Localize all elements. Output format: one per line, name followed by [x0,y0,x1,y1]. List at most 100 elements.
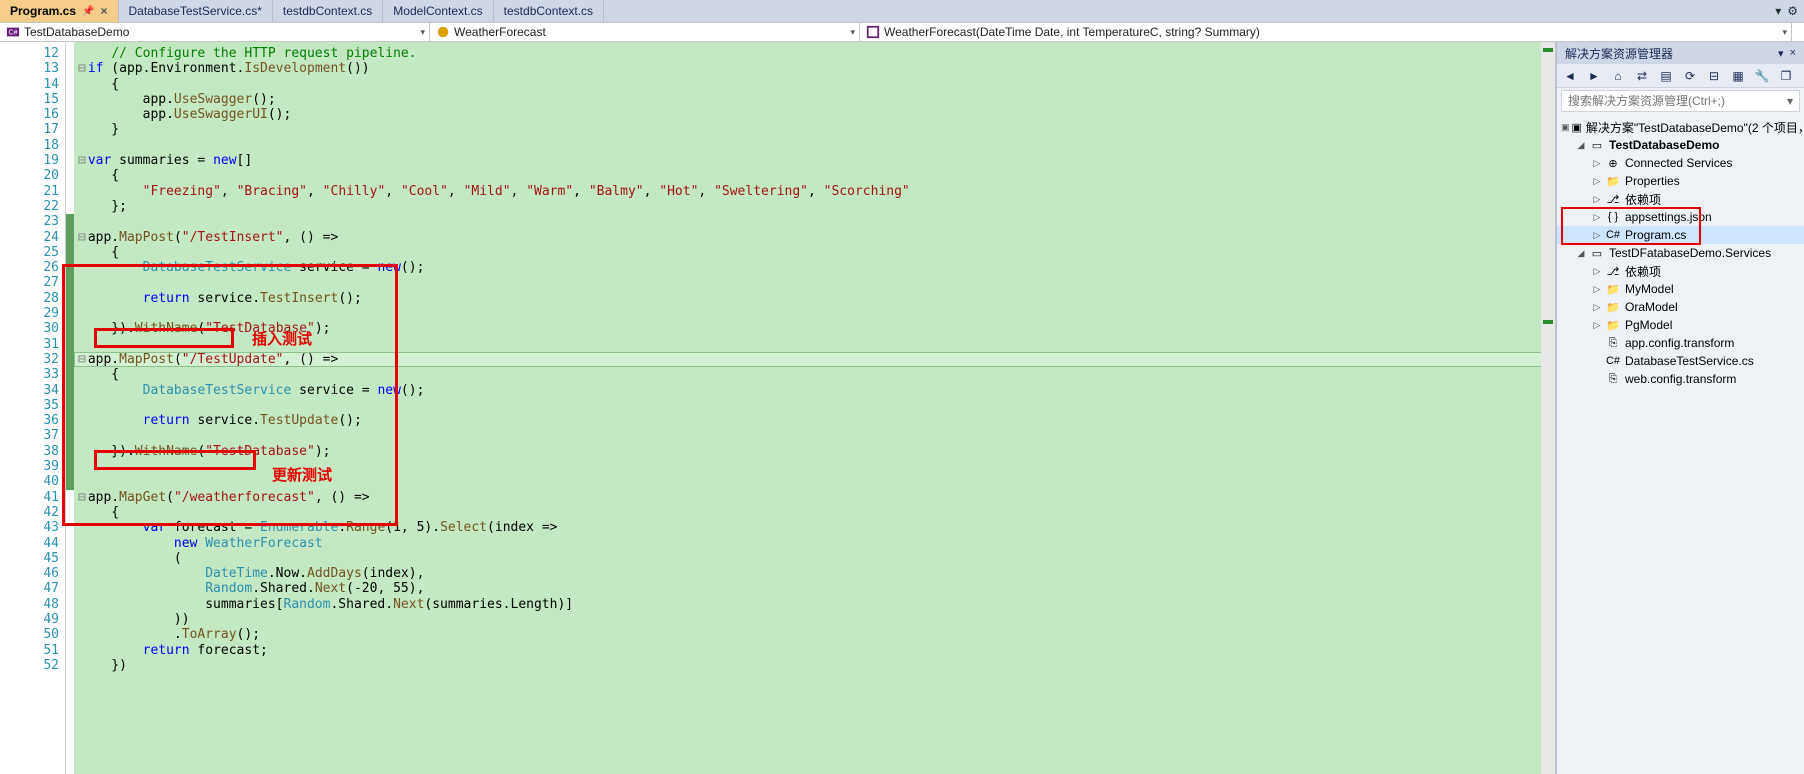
code-line[interactable]: )) [74,612,1555,627]
code-line[interactable]: return service.TestInsert(); [74,291,1555,306]
tree-node[interactable]: ▷📁OraModel [1557,298,1804,316]
twisty-icon[interactable]: ▷ [1591,158,1603,169]
code-line[interactable]: } [74,122,1555,137]
code-line[interactable] [74,459,1555,474]
back-icon[interactable]: ◄ [1561,67,1579,85]
code-line[interactable]: ⊟app.MapPost("/TestInsert", () => [74,230,1555,245]
twisty-icon[interactable]: ◢ [1575,140,1587,151]
twisty-icon[interactable]: ▷ [1591,266,1603,277]
code-line[interactable] [74,275,1555,290]
sync-icon[interactable]: ⇄ [1633,67,1651,85]
solution-explorer-search[interactable]: ▾ [1561,90,1800,112]
code-line[interactable]: ( [74,551,1555,566]
code-line[interactable]: return service.TestUpdate(); [74,413,1555,428]
chevron-down-icon[interactable]: ▾ [1775,4,1781,18]
chevron-down-icon[interactable]: ▾ [1778,47,1784,60]
code-line[interactable]: var forecast = Enumerable.Range(1, 5).Se… [74,520,1555,535]
code-line[interactable]: DateTime.Now.AddDays(index), [74,566,1555,581]
code-line[interactable] [74,306,1555,321]
code-line[interactable]: DatabaseTestService service = new(); [74,383,1555,398]
code-line[interactable]: ⊟if (app.Environment.IsDevelopment()) [74,61,1555,76]
tab-program-cs[interactable]: Program.cs 📌 × [0,0,119,22]
overview-ruler[interactable] [1541,42,1555,774]
code-line[interactable]: app.UseSwaggerUI(); [74,107,1555,122]
code-area[interactable]: // Configure the HTTP request pipeline.⊟… [74,42,1555,774]
solution-explorer-titlebar[interactable]: 解决方案资源管理器 ▾ × [1557,42,1804,64]
tree-node[interactable]: ◢▭TestDFatabaseDemo.Services [1557,244,1804,262]
search-dropdown-icon[interactable]: ▾ [1781,94,1799,108]
tab-testdbcontext-cs[interactable]: testdbContext.cs [273,0,383,22]
search-input[interactable] [1562,94,1781,108]
code-line[interactable]: return forecast; [74,643,1555,658]
twisty-icon[interactable]: ▷ [1591,302,1603,313]
code-line[interactable]: ⊟app.MapGet("/weatherforecast", () => [74,490,1555,505]
code-line[interactable]: ⊟var summaries = new[] [74,153,1555,168]
code-line[interactable] [74,428,1555,443]
tab-modelcontext-cs[interactable]: ModelContext.cs [383,0,493,22]
properties-icon[interactable]: 🔧 [1753,67,1771,85]
tree-node[interactable]: ▷⎇依赖项 [1557,190,1804,208]
twisty-icon[interactable]: ▷ [1591,284,1603,295]
code-line[interactable]: }) [74,658,1555,673]
twisty-icon[interactable]: ▷ [1591,320,1603,331]
code-line[interactable]: { [74,245,1555,260]
solution-tree[interactable]: ▣▣解决方案"TestDatabaseDemo"(2 个项目，共 2◢▭Test… [1557,114,1804,774]
gear-icon[interactable]: ⚙ [1787,4,1798,18]
code-line[interactable] [74,138,1555,153]
show-all-icon[interactable]: ▦ [1729,67,1747,85]
twisty-icon[interactable]: ◢ [1575,248,1587,259]
tree-node[interactable]: ⎘web.config.transform [1557,370,1804,388]
twisty-icon[interactable]: ▷ [1591,194,1603,205]
tree-node[interactable]: ▷C#Program.cs [1557,226,1804,244]
pin-icon[interactable]: 📌 [82,6,94,17]
tab-testdbcontext-cs-2[interactable]: testdbContext.cs [494,0,604,22]
forward-icon[interactable]: ► [1585,67,1603,85]
code-line[interactable] [74,398,1555,413]
tree-node[interactable]: ◢▭TestDatabaseDemo [1557,136,1804,154]
code-line[interactable] [74,337,1555,352]
code-line[interactable]: { [74,367,1555,382]
tree-node[interactable]: C#DatabaseTestService.cs [1557,352,1804,370]
code-line[interactable]: }).WithName("TestDatabase"); [74,321,1555,336]
twisty-icon[interactable]: ▷ [1591,212,1603,223]
code-line[interactable]: Random.Shared.Next(-20, 55), [74,581,1555,596]
code-line[interactable]: // Configure the HTTP request pipeline. [74,46,1555,61]
split-toggle[interactable] [1792,23,1804,41]
preview-icon[interactable]: ❐ [1777,67,1795,85]
tree-node[interactable]: ▷⎇依赖项 [1557,262,1804,280]
tree-node[interactable]: ▷{ }appsettings.json [1557,208,1804,226]
home-icon[interactable]: ⌂ [1609,67,1627,85]
member-combo[interactable]: WeatherForecast(DateTime Date, int Tempe… [860,23,1792,41]
code-line[interactable]: }; [74,199,1555,214]
tree-node[interactable]: ▷⊕Connected Services [1557,154,1804,172]
code-line[interactable]: }).WithName("TestDatabase"); [74,444,1555,459]
scope-combo[interactable]: C# TestDatabaseDemo ▾ [0,23,430,41]
code-line[interactable]: .ToArray(); [74,627,1555,642]
close-icon[interactable]: × [1790,47,1796,60]
twisty-icon[interactable]: ▷ [1591,230,1603,241]
tree-node[interactable]: ▷📁Properties [1557,172,1804,190]
code-line[interactable] [74,214,1555,229]
twisty-icon[interactable]: ▣ [1561,122,1570,133]
code-line[interactable]: { [74,168,1555,183]
code-line[interactable]: { [74,77,1555,92]
tree-node[interactable]: ⎘app.config.transform [1557,334,1804,352]
code-line[interactable]: summaries[Random.Shared.Next(summaries.L… [74,597,1555,612]
tree-node[interactable]: ▣▣解决方案"TestDatabaseDemo"(2 个项目，共 2 [1557,118,1804,136]
collapse-all-icon[interactable]: ⊟ [1705,67,1723,85]
tree-node[interactable]: ▷📁PgModel [1557,316,1804,334]
refresh-icon[interactable]: ⟳ [1681,67,1699,85]
filter-icon[interactable]: ▤ [1657,67,1675,85]
code-line[interactable]: "Freezing", "Bracing", "Chilly", "Cool",… [74,184,1555,199]
code-editor[interactable]: 1213141516171819202122232425262728293031… [0,42,1556,774]
code-line[interactable]: app.UseSwagger(); [74,92,1555,107]
code-line[interactable]: { [74,505,1555,520]
type-combo[interactable]: WeatherForecast ▾ [430,23,860,41]
close-icon[interactable]: × [100,4,107,18]
code-line[interactable]: new WeatherForecast [74,536,1555,551]
tree-node[interactable]: ▷📁MyModel [1557,280,1804,298]
code-line[interactable] [74,474,1555,489]
code-line[interactable]: ⊟app.MapPost("/TestUpdate", () => [74,352,1555,367]
tab-databasetestservice-cs[interactable]: DatabaseTestService.cs* [119,0,273,22]
code-line[interactable]: DatabaseTestService service = new(); [74,260,1555,275]
